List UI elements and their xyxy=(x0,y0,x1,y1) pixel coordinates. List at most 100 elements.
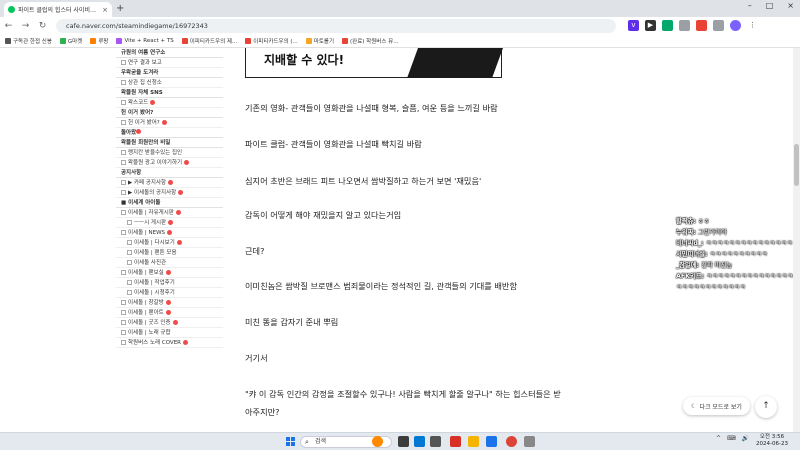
sidebar-item-label: 이세돌 | 작업후기 xyxy=(134,279,175,286)
bookmark[interactable]: Vite + React + TS xyxy=(116,38,174,44)
bookmark[interactable]: G마켓 xyxy=(59,37,82,45)
sidebar-menu-item[interactable]: 연구 결과 보고 xyxy=(116,58,223,68)
keyboard-icon[interactable]: ⌨ xyxy=(727,435,736,442)
sidebar-menu-item[interactable]: 이세돌 | 팬보실 xyxy=(116,268,223,278)
scrollbar-thumb[interactable] xyxy=(794,144,799,186)
close-window-button[interactable]: × xyxy=(787,1,794,10)
sidebar-item-label: 이세돌 | 굿즈 인증 xyxy=(128,319,171,326)
sidebar-menu-item[interactable]: 왁스코드 xyxy=(116,98,223,108)
chrome-icon[interactable] xyxy=(506,436,517,447)
extension-download-icon[interactable] xyxy=(713,20,724,31)
app-icon[interactable] xyxy=(430,436,441,447)
sidebar-section-header: 왁물원 회원만의 비밀 xyxy=(116,138,223,148)
extension-v-icon[interactable]: v xyxy=(628,20,639,31)
address-bar[interactable]: cafe.naver.com/steamindiegame/16972343 xyxy=(56,19,616,33)
sidebar-menu-item[interactable]: 이세돌 | 시청후기 xyxy=(116,288,223,298)
sidebar-menu-item[interactable]: 이세돌 | 팬아트 xyxy=(116,308,223,318)
sidebar-menu-item[interactable]: ㅡㅡ시 게시판 xyxy=(116,218,223,228)
volume-icon[interactable]: 🔊 xyxy=(742,435,749,442)
file-explorer-icon[interactable] xyxy=(468,436,479,447)
extension-icons: v ▶ ⋮ xyxy=(628,20,758,31)
search-highlight-icon[interactable] xyxy=(372,436,383,447)
windows-start-icon[interactable] xyxy=(286,437,295,446)
bookmark[interactable]: 루팡 xyxy=(90,37,108,45)
sidebar-item-label: ▶ 카페 공지사항 xyxy=(128,179,167,186)
sidebar-menu-item[interactable]: 왁물원 광고 이야기하기 xyxy=(116,158,223,168)
page-scrollbar[interactable] xyxy=(793,48,800,432)
browser-title-bar: 파이트 클럽의 힙스터 사이비… × + – □ × xyxy=(0,0,800,17)
new-tab-button[interactable]: + xyxy=(116,3,124,15)
extension-play-icon[interactable]: ▶ xyxy=(645,20,656,31)
sidebar-section-header: 돌아왔 xyxy=(116,128,223,138)
minimize-button[interactable]: – xyxy=(748,1,752,10)
window-controls: – □ × xyxy=(748,1,794,10)
tray-expand-icon[interactable]: ^ xyxy=(716,435,721,442)
sidebar-item-label: 랭지칸 받을수있는 집인 xyxy=(128,149,183,156)
reload-button[interactable]: ↻ xyxy=(38,21,47,31)
bookmark[interactable]: (완료) 학원버스 뮤... xyxy=(342,37,398,45)
sidebar-item-label: 이세돌 사진관 xyxy=(134,259,167,266)
board-icon xyxy=(121,150,126,155)
profile-avatar[interactable] xyxy=(730,20,741,31)
board-icon xyxy=(121,190,126,195)
maximize-button[interactable]: □ xyxy=(766,1,774,10)
tab-close-icon[interactable]: × xyxy=(102,6,108,14)
extension-puzzle-icon[interactable] xyxy=(679,20,690,31)
bookmark[interactable]: 이피티카드우의 제... xyxy=(181,37,237,45)
board-icon xyxy=(121,60,126,65)
sidebar-item-label: 공지사항 xyxy=(121,170,142,176)
board-icon xyxy=(121,270,126,275)
sidebar-menu-item[interactable]: ▶ 이세돌의 공지사항 xyxy=(116,188,223,198)
naver-favicon-icon xyxy=(8,6,15,13)
app-gray-icon[interactable] xyxy=(524,436,535,447)
board-icon xyxy=(121,80,126,85)
extension-red-icon[interactable] xyxy=(696,20,707,31)
sidebar-menu-item[interactable]: 이세돌 | 팬튼 모음 xyxy=(116,248,223,258)
scroll-to-top-button[interactable]: ↑ xyxy=(755,396,777,418)
sidebar-menu-item[interactable]: 이세돌 | 자유게시판 xyxy=(116,208,223,218)
extension-green-icon[interactable] xyxy=(662,20,673,31)
sidebar-menu-item[interactable]: 이세돌 사진관 xyxy=(116,258,223,268)
sidebar-menu-item[interactable]: ▶ 카페 공지사항 xyxy=(116,178,223,188)
chat-message: _참일에: 진짜 미친놈 xyxy=(676,260,800,271)
new-badge-icon xyxy=(165,300,171,305)
sidebar-item-label: ㅡㅡ시 게시판 xyxy=(134,219,167,226)
sidebar-menu-item[interactable]: 이세돌 | 굿즈 인증 xyxy=(116,318,223,328)
sidebar-menu-item[interactable]: 이세돌 | 다시보기 xyxy=(116,238,223,248)
sidebar-menu-item[interactable]: 상관 집 신청소 xyxy=(116,78,223,88)
edge-icon[interactable] xyxy=(414,436,425,447)
chat-message: 서민띠녀설: ㅋㅋㅋㅋㅋㅋㅋㅋㅋㅋ xyxy=(676,249,800,260)
back-button[interactable]: ← xyxy=(4,21,13,31)
sidebar-item-label: 헌 이거 봤어? xyxy=(121,110,154,116)
bookmark[interactable]: 이피티카드우의 (... xyxy=(245,37,298,45)
sidebar-menu-item[interactable]: 이세돌 | NEWS xyxy=(116,228,223,238)
forward-button[interactable]: → xyxy=(21,21,30,31)
new-badge-icon xyxy=(165,270,171,275)
task-view-icon[interactable] xyxy=(398,436,409,447)
sidebar-menu-item[interactable]: 이세돌 | 창갈방 xyxy=(116,298,223,308)
board-icon xyxy=(121,320,126,325)
navigation-bar: ← → ↻ cafe.naver.com/steamindiegame/1697… xyxy=(0,17,800,35)
sidebar-menu-item[interactable]: 헌 이거 봤어? xyxy=(116,118,223,128)
browser-tab[interactable]: 파이트 클럽의 힙스터 사이비… × xyxy=(4,2,112,17)
pdf-reader-icon[interactable] xyxy=(450,436,461,447)
article-paragraph: 근데? xyxy=(245,246,265,256)
sidebar-item-label: 이세돌 | 팬아트 xyxy=(128,309,164,316)
article-paragraph: "캬 이 감독 인간의 감정을 조절할수 있구나! 사람을 빡치게 할줄 알구나… xyxy=(245,389,561,399)
taskbar-clock[interactable]: 오전 3:56 2024-06-23 xyxy=(756,434,788,448)
sidebar-menu-item[interactable]: 이세돌 | 노래 규합 xyxy=(116,328,223,338)
new-badge-icon xyxy=(167,230,173,235)
sidebar-section-header: 공지사항 xyxy=(116,168,223,178)
sidebar-menu-item[interactable]: 학원버스 노래 COVER xyxy=(116,338,223,348)
chat-username: 서민띠녀설: xyxy=(676,251,708,258)
sidebar-menu-item[interactable]: 랭지칸 받을수있는 집인 xyxy=(116,148,223,158)
sidebar-menu-item[interactable]: 이세돌 | 작업후기 xyxy=(116,278,223,288)
menu-icon[interactable]: ⋮ xyxy=(747,20,758,31)
image-black-panel xyxy=(407,48,503,78)
new-badge-icon xyxy=(176,240,182,245)
dark-mode-button[interactable]: ☾ 다크 모드로 보기 xyxy=(683,397,750,415)
app-blue-icon[interactable] xyxy=(486,436,497,447)
bookmark[interactable]: 마토롤기 xyxy=(305,37,334,45)
chat-username: 비너씨d_: xyxy=(676,240,704,247)
bookmark[interactable]: 구독관 한접 신봉 xyxy=(5,37,52,45)
